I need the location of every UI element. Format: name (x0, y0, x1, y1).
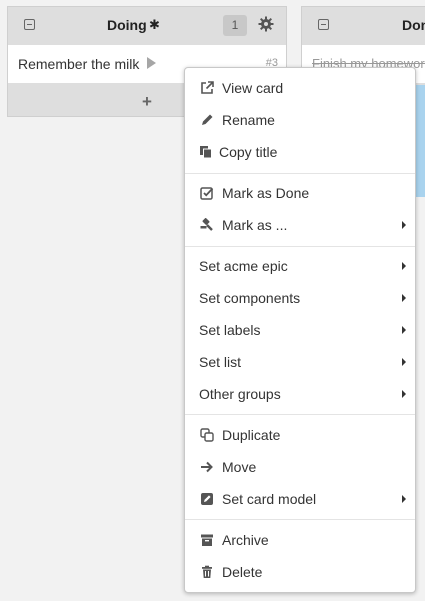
external-link-icon (201, 81, 214, 94)
card-count-badge: 1 (223, 15, 247, 36)
menu-item-label: Set list (199, 354, 242, 370)
menu-item-archive[interactable]: Archive (185, 525, 415, 555)
menu-divider (185, 519, 415, 520)
menu-divider (185, 173, 415, 174)
menu-item-move[interactable]: Move (185, 452, 415, 482)
menu-item-set-card-model[interactable]: Set card model (185, 484, 415, 514)
menu-item-label: Set labels (199, 322, 261, 338)
menu-item-label: Mark as ... (222, 217, 288, 233)
menu-item-label: Move (222, 459, 257, 475)
menu-item-other-groups[interactable]: Other groups (185, 379, 415, 409)
arrow-right-icon (201, 461, 213, 473)
menu-item-label: Delete (222, 564, 263, 580)
menu-item-set-components[interactable]: Set components (185, 283, 415, 313)
menu-item-label: Archive (222, 532, 269, 548)
card-context-menu: View card Rename Copy title Mark as Done… (184, 67, 416, 593)
submenu-arrow-icon (402, 294, 406, 302)
edit-square-icon (201, 493, 213, 505)
menu-item-label: Set components (199, 290, 301, 306)
menu-item-label: Set acme epic (199, 258, 288, 274)
trash-icon (202, 565, 212, 578)
submenu-arrow-icon (402, 262, 406, 270)
checkbox-icon (200, 187, 214, 200)
menu-item-mark-as-done[interactable]: Mark as Done (185, 178, 415, 208)
menu-item-rename[interactable]: Rename (185, 105, 415, 135)
list-header: Doing ✱ 1 (8, 7, 286, 45)
collapse-icon[interactable] (24, 19, 35, 30)
menu-item-set-acme-epic[interactable]: Set acme epic (185, 251, 415, 281)
gear-icon[interactable] (258, 16, 274, 32)
archive-icon (201, 534, 213, 546)
menu-item-label: Rename (222, 112, 275, 128)
menu-item-mark-as[interactable]: Mark as ... (185, 210, 415, 240)
menu-item-label: Duplicate (222, 427, 281, 443)
play-icon[interactable] (147, 57, 156, 69)
collapse-icon[interactable] (318, 19, 329, 30)
submenu-arrow-icon (402, 495, 406, 503)
asterisk-icon: ✱ (149, 17, 160, 32)
submenu-arrow-icon (402, 358, 406, 366)
menu-item-label: Set card model (222, 491, 317, 507)
menu-item-label: Other groups (199, 386, 281, 402)
menu-item-label: View card (222, 80, 284, 96)
plus-icon: + (142, 92, 152, 111)
card-title: Remember the milk (18, 56, 140, 72)
menu-item-duplicate[interactable]: Duplicate (185, 420, 415, 450)
copy-icon (200, 146, 212, 159)
list-title: Done (402, 17, 425, 33)
menu-divider (185, 414, 415, 415)
menu-item-set-labels[interactable]: Set labels (185, 315, 415, 345)
duplicate-icon (200, 428, 214, 442)
menu-item-label: Copy title (219, 144, 278, 160)
submenu-arrow-icon (402, 326, 406, 334)
menu-item-copy-title[interactable]: Copy title (185, 137, 415, 167)
menu-item-view-card[interactable]: View card (185, 73, 415, 103)
menu-divider (185, 246, 415, 247)
pencil-icon (202, 114, 213, 125)
menu-item-set-list[interactable]: Set list (185, 347, 415, 377)
list-title: Doing (107, 17, 147, 33)
gavel-icon (200, 218, 213, 231)
submenu-arrow-icon (402, 390, 406, 398)
submenu-arrow-icon (402, 221, 406, 229)
menu-item-delete[interactable]: Delete (185, 557, 415, 587)
menu-item-label: Mark as Done (222, 185, 310, 201)
list-header: Done (302, 7, 425, 45)
